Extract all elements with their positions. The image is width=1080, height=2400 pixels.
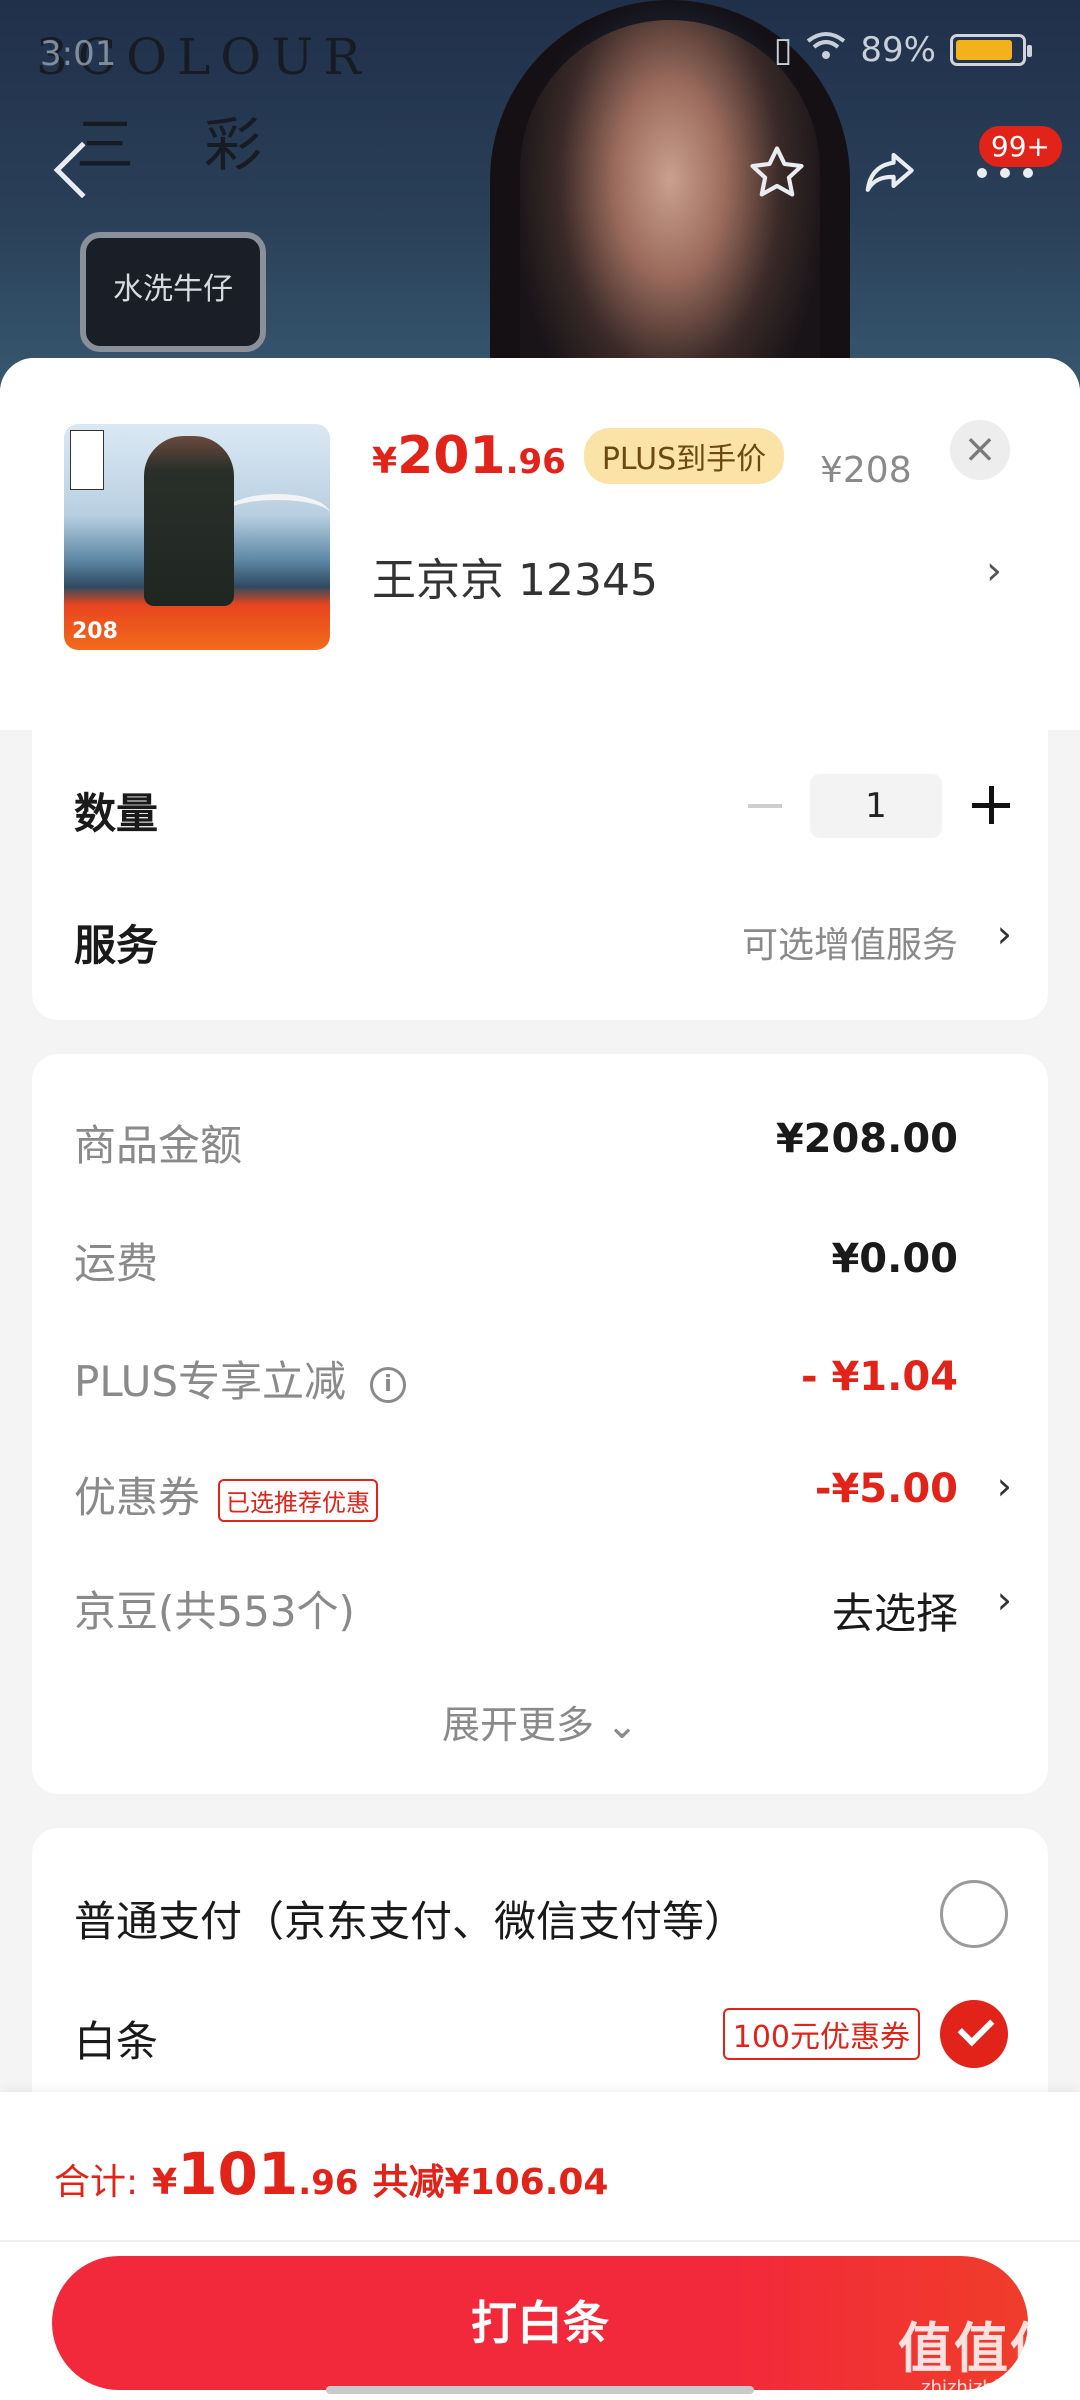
- plus-discount-label: PLUS专享立减: [74, 1357, 347, 1406]
- checkout-footer: 合计: ¥101.96 共减¥106.04 打白条 值值值 zhizhizhi.…: [0, 2092, 1080, 2400]
- favorite-star-icon[interactable]: [742, 138, 812, 208]
- thumb-brand-logo: [70, 430, 104, 490]
- total-saved: 共减¥106.04: [372, 2162, 609, 2203]
- jingdou-label: 京豆(共553个): [74, 1587, 355, 1636]
- service-label: 服务: [74, 921, 159, 970]
- price-row: ¥201.96 PLUS到手价: [372, 426, 785, 486]
- model-photo: [520, 20, 820, 400]
- footer-divider: [0, 2240, 1080, 2242]
- watermark-url: zhizhizhi.com: [921, 2377, 1043, 2398]
- sim-icon: ▯: [773, 30, 793, 70]
- quantity-input[interactable]: 1: [810, 774, 942, 838]
- plus-discount-value: - ¥1.04: [800, 1354, 958, 1400]
- brand-logo-cn: 三彩: [76, 111, 333, 179]
- shipping-label: 运费: [74, 1239, 159, 1288]
- status-time: 3:01: [40, 34, 117, 74]
- goods-amount-label: 商品金额: [74, 1121, 243, 1170]
- chevron-right-icon[interactable]: ›: [997, 1578, 1012, 1622]
- plus-discount-row: PLUS专享立减 i: [74, 1348, 407, 1409]
- coupon-label: 优惠券: [74, 1473, 201, 1522]
- message-badge: 99+: [978, 126, 1062, 167]
- plus-price-tag: PLUS到手价: [583, 428, 785, 484]
- thumb-price: 208: [72, 619, 118, 644]
- product-tag-thumb[interactable]: 水洗牛仔: [80, 232, 266, 352]
- wifi-icon: [806, 30, 846, 70]
- battery-icon: [950, 34, 1032, 66]
- expand-more-button[interactable]: 展开更多 ⌄: [32, 1694, 1048, 1749]
- site-watermark: 值值值 zhizhizhi.com: [898, 2304, 1066, 2398]
- coupon-value[interactable]: -¥5.00: [815, 1466, 958, 1512]
- baitiao-label[interactable]: 白条: [74, 2008, 158, 2069]
- info-icon[interactable]: i: [370, 1366, 407, 1403]
- normal-payment-radio[interactable]: [940, 1880, 1008, 1948]
- product-header: 208 ¥201.96 PLUS到手价 ¥208 × 王京京 12345 ›: [0, 358, 1080, 730]
- options-card: 数量 1 服务 可选增值服务 ›: [32, 730, 1048, 1020]
- chevron-right-icon[interactable]: ›: [986, 548, 1002, 594]
- coupon-selected-tag: 已选推荐优惠: [218, 1479, 379, 1522]
- pay-baitiao-button[interactable]: 打白条: [52, 2256, 1028, 2390]
- total-symbol: ¥: [152, 2162, 178, 2203]
- price-symbol: ¥: [372, 441, 398, 482]
- jingdou-value[interactable]: 去选择: [832, 1580, 958, 1641]
- total-row: 合计: ¥101.96 共减¥106.04: [54, 2140, 609, 2208]
- current-price: ¥201.96: [372, 426, 566, 486]
- thumb-bridge: [224, 494, 330, 534]
- chevron-right-icon[interactable]: ›: [997, 912, 1012, 956]
- product-thumbnail[interactable]: 208: [64, 424, 330, 650]
- price-integer: 201: [397, 426, 506, 486]
- original-price: ¥208: [820, 450, 912, 491]
- baitiao-coupon-tag: 100元优惠券: [722, 2008, 920, 2060]
- baitiao-radio-checked[interactable]: [940, 2000, 1008, 2068]
- total-label: 合计:: [54, 2162, 139, 2203]
- battery-percent: 89%: [860, 30, 936, 70]
- goods-amount-value: ¥208.00: [775, 1116, 958, 1162]
- product-page-background: 3COLOUR 三彩 3:01 ▯ 89% 99+ 水洗牛仔: [0, 0, 1080, 400]
- price-decimal: .96: [505, 442, 566, 482]
- home-indicator[interactable]: [326, 2386, 754, 2394]
- close-icon: ×: [963, 426, 997, 472]
- shipping-value: ¥0.00: [831, 1236, 958, 1282]
- watermark-logo: 值值值: [898, 2317, 1066, 2380]
- fee-card: 商品金额 ¥208.00 运费 ¥0.00 PLUS专享立减 i - ¥1.04 …: [32, 1054, 1048, 1794]
- quantity-minus-button[interactable]: [748, 804, 782, 808]
- close-button[interactable]: ×: [950, 420, 1010, 480]
- total-integer: 101: [177, 2140, 299, 2208]
- status-bar-right: ▯ 89%: [773, 30, 1032, 70]
- quantity-plus-button[interactable]: [966, 780, 1016, 830]
- thumb-model: [144, 436, 234, 606]
- chevron-right-icon[interactable]: ›: [997, 1464, 1012, 1508]
- quantity-label: 数量: [74, 789, 159, 838]
- selected-variant[interactable]: 王京京 12345: [372, 544, 658, 608]
- normal-payment-label[interactable]: 普通支付（京东支付、微信支付等）: [74, 1888, 746, 1949]
- share-icon[interactable]: [856, 138, 926, 208]
- total-decimal: .96: [298, 2163, 359, 2203]
- service-value[interactable]: 可选增值服务: [742, 916, 958, 968]
- coupon-row[interactable]: 优惠券 已选推荐优惠: [74, 1464, 379, 1525]
